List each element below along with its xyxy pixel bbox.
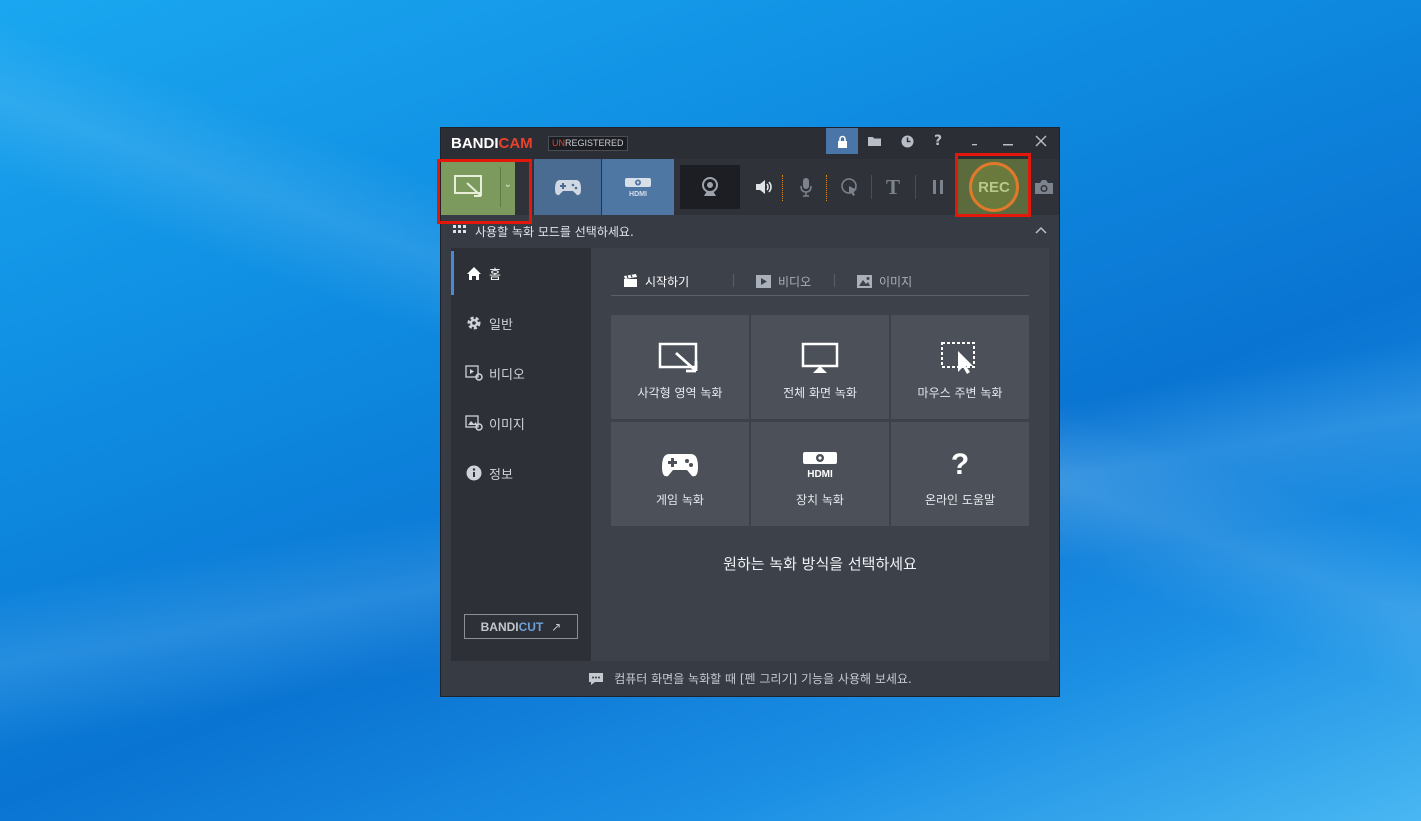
webcam-button[interactable] [680,165,740,209]
chat-bubble-icon [588,672,604,686]
svg-text:HDMI: HDMI [807,469,833,480]
info-icon [463,464,485,482]
svg-text:HDMI: HDMI [629,191,647,198]
toolbar: ⌄ HDMI T REC [441,159,1059,215]
game-record-tile[interactable]: 게임 녹화 [611,422,749,526]
main-panel: 시작하기 비디오 이미지 사각형 영역 녹화 전체 화면 녹화 마우스 주변 녹… [591,248,1049,661]
chevron-down-icon[interactable]: ⌄ [504,179,512,190]
sidebar-item-home[interactable]: 홈 [451,251,591,295]
webcam-icon [702,177,718,196]
rectangle-mode-button[interactable]: ⌄ [441,159,515,215]
image-settings-icon [463,414,485,432]
sidebar-item-video[interactable]: 비디오 [451,351,591,395]
speaker-icon [756,180,772,194]
rec-button-area: REC [958,159,1030,215]
sidebar-item-label: 정보 [489,467,513,483]
tab-separator [834,274,835,287]
online-help-tile[interactable]: ? 온라인 도움말 [891,422,1029,526]
close-icon[interactable] [1025,128,1057,154]
text-tool-button[interactable]: T [878,159,908,215]
tab-getting-started[interactable]: 시작하기 [623,270,689,292]
fullscreen-record-tile[interactable]: 전체 화면 녹화 [751,315,889,419]
select-method-message: 원하는 녹화 방식을 선택하세요 [723,555,917,573]
toolbar-divider [871,175,872,199]
gamepad-icon [554,180,581,196]
sidebar-item-label: 이미지 [489,417,525,433]
image-icon [857,274,872,288]
hdmi-device-icon: HDMI [800,448,840,482]
tab-bar: 시작하기 비디오 이미지 [611,270,1029,296]
sidebar-item-image[interactable]: 이미지 [451,401,591,445]
camera-icon [1035,180,1053,194]
device-record-tile[interactable]: HDMI 장치 녹화 [751,422,889,526]
chevron-up-icon[interactable] [1035,223,1047,237]
gamepad-icon [661,448,699,482]
rec-button[interactable]: REC [969,162,1019,212]
mode-selection-text: 사용할 녹화 모드를 선택하세요. [475,225,634,239]
volume-level-bar [782,175,783,201]
title-bar: BANDICAM UNREGISTERED ? [441,128,1059,159]
help-icon[interactable]: ? [922,128,954,154]
footer-tip: 컴퓨터 화면을 녹화할 때 [펜 그리기] 기능을 사용해 보세요. [441,661,1059,696]
gear-icon [463,314,485,332]
mouse-area-icon [940,341,980,375]
mode-selection-bar: 사용할 녹화 모드를 선택하세요. [441,215,1059,248]
folder-icon[interactable] [859,128,891,154]
speaker-button[interactable] [749,159,779,215]
lock-icon[interactable] [826,128,858,154]
bandicam-window: BANDICAM UNREGISTERED ? ⌄ HDMI T REC 사용할… [440,127,1060,697]
clapper-icon [623,274,638,288]
toolbar-divider [915,175,916,199]
grid-icon [453,225,466,233]
rectangle-area-icon [658,341,702,375]
tab-video[interactable]: 비디오 [756,270,811,292]
cursor-effect-button[interactable] [835,159,865,215]
tab-image[interactable]: 이미지 [857,270,912,292]
mic-level-bar [826,175,827,201]
sidebar-item-info[interactable]: 정보 [451,451,591,495]
home-icon [463,264,485,282]
microphone-icon [800,178,812,197]
sidebar: 홈 일반 비디오 이미지 정보 BANDI CUT ↗ [451,248,591,661]
minimize-tray-icon[interactable] [959,128,991,154]
pause-button[interactable] [923,159,953,215]
mouse-area-record-tile[interactable]: 마우스 주변 녹화 [891,315,1029,419]
video-icon [756,274,771,288]
sidebar-item-label: 비디오 [489,367,525,383]
microphone-button[interactable] [791,159,821,215]
sidebar-item-general[interactable]: 일반 [451,301,591,345]
unregistered-badge[interactable]: UNREGISTERED [548,136,628,151]
minimize-icon[interactable] [992,128,1024,154]
cursor-click-icon [841,178,857,196]
text-icon: T [885,174,900,199]
bandicut-link-button[interactable]: BANDI CUT ↗ [464,614,578,639]
device-mode-button[interactable]: HDMI [602,159,674,215]
sidebar-item-label: 일반 [489,317,513,333]
bandicam-logo: BANDICAM [451,135,533,152]
screenshot-button[interactable] [1029,159,1059,215]
game-mode-button[interactable] [534,159,601,215]
fullscreen-monitor-icon [801,341,839,375]
video-settings-icon [463,364,485,382]
external-link-icon: ↗ [551,619,562,634]
question-icon: ? [950,448,970,481]
pause-icon [933,180,943,194]
rectangle-area-record-tile[interactable]: 사각형 영역 녹화 [611,315,749,419]
hdmi-device-icon: HDMI [625,178,651,198]
clock-icon[interactable] [891,128,923,154]
mode-divider [500,167,501,207]
footer-tip-text: 컴퓨터 화면을 녹화할 때 [펜 그리기] 기능을 사용해 보세요. [614,672,912,686]
sidebar-item-label: 홈 [489,267,501,283]
rectangle-area-icon [454,175,482,197]
tab-separator [733,274,734,287]
